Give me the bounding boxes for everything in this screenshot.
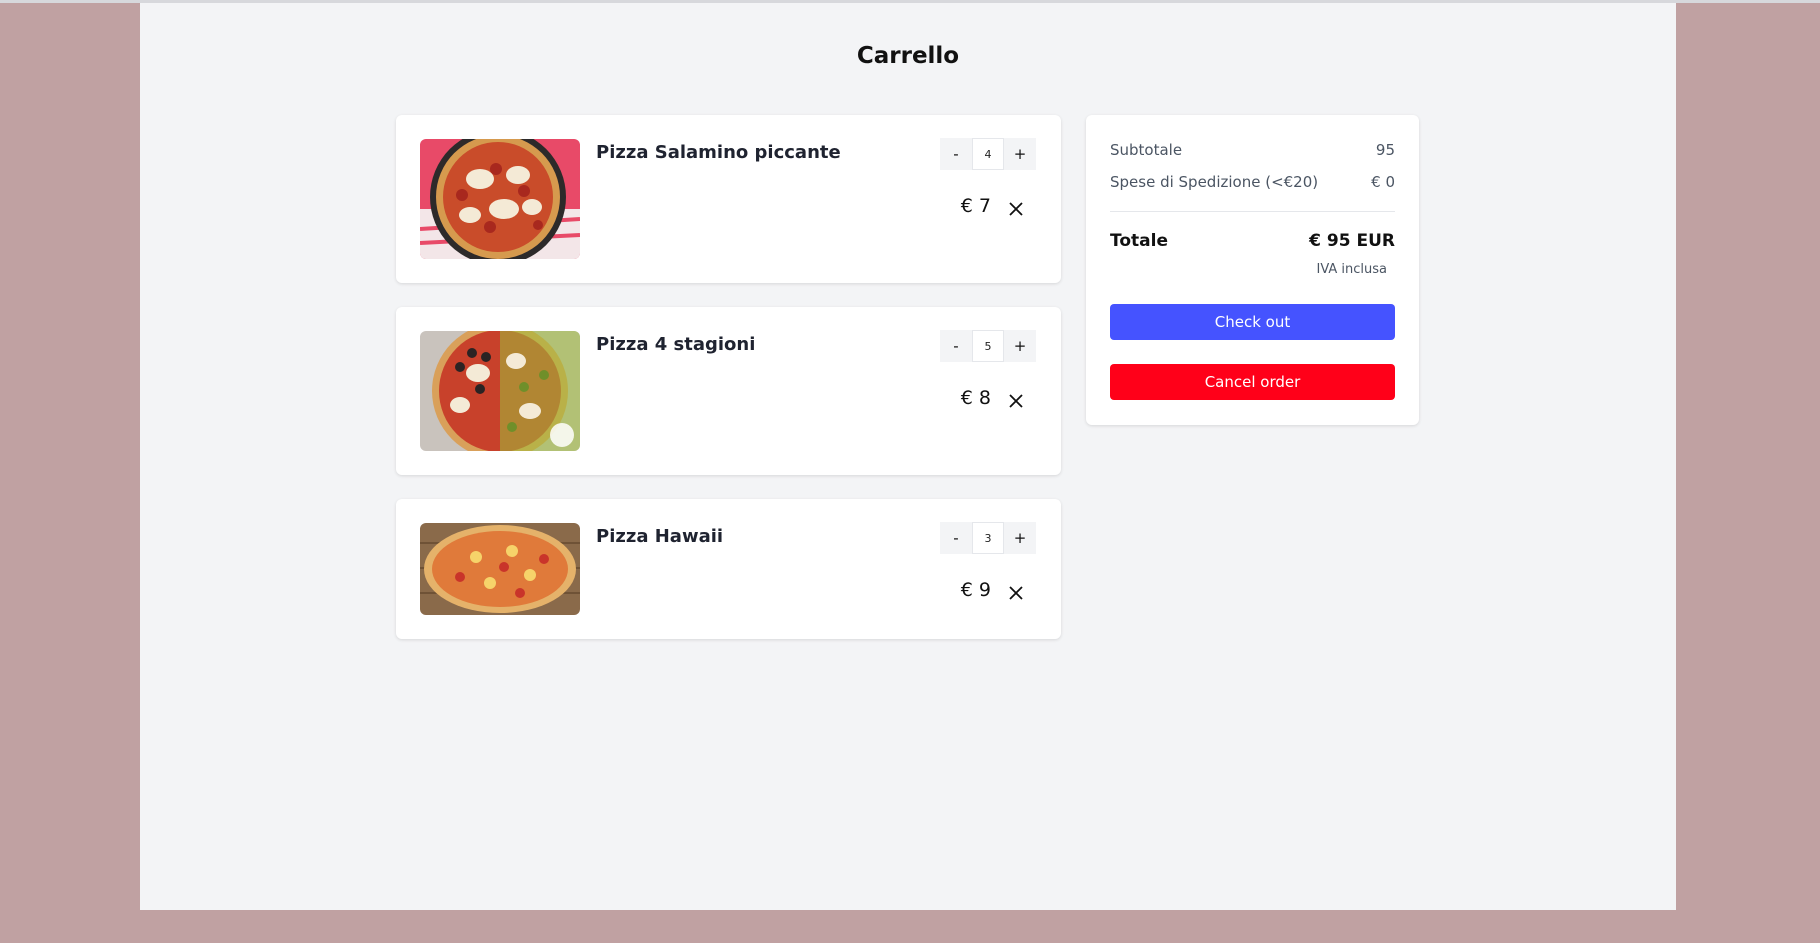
decrease-button[interactable]: - xyxy=(940,522,972,554)
vat-note: IVA inclusa xyxy=(1316,262,1387,277)
total-value: € 95 EUR xyxy=(1309,231,1395,251)
quantity-input[interactable] xyxy=(972,138,1004,170)
page-title: Carrello xyxy=(856,43,960,69)
checkout-button[interactable]: Check out xyxy=(1110,304,1395,340)
order-summary: Subtotale 95 Spese di Spedizione (<€20) … xyxy=(1086,115,1419,425)
remove-item-button[interactable] xyxy=(1006,583,1026,603)
cart-item: Pizza 4 stagioni - + € 8 xyxy=(396,307,1061,475)
quantity-stepper: - + xyxy=(940,330,1036,362)
cart-page: Carrello Pizza Salamino piccante - 4 + €… xyxy=(140,3,1676,910)
cancel-order-button[interactable]: Cancel order xyxy=(1110,364,1395,400)
shipping-value: € 0 xyxy=(1371,173,1395,191)
quantity-stepper: - + xyxy=(940,138,1036,170)
increase-button[interactable]: + xyxy=(1004,522,1036,554)
quantity-input[interactable] xyxy=(972,330,1004,362)
subtotal-row: Subtotale 95 xyxy=(1110,141,1395,159)
quantity-input[interactable] xyxy=(972,522,1004,554)
pizza-salamino-image xyxy=(420,139,580,259)
close-icon xyxy=(1009,394,1023,408)
total-row: Totale € 95 EUR xyxy=(1110,231,1395,251)
close-icon xyxy=(1009,202,1023,216)
item-name: Pizza Salamino piccante xyxy=(596,142,841,163)
cart-item: Pizza Salamino piccante - + € 7 xyxy=(396,115,1061,283)
subtotal-value: 95 xyxy=(1375,141,1395,159)
item-name: Pizza 4 stagioni xyxy=(596,334,756,355)
decrease-button[interactable]: - xyxy=(940,330,972,362)
increase-button[interactable]: + xyxy=(1004,330,1036,362)
subtotal-label: Subtotale xyxy=(1110,141,1183,159)
close-icon xyxy=(1009,586,1023,600)
decrease-button[interactable]: - xyxy=(940,138,972,170)
pizza-4-stagioni-image xyxy=(420,331,580,451)
item-price: € 8 xyxy=(960,387,991,409)
remove-item-button[interactable] xyxy=(1006,391,1026,411)
quantity-stepper: - + xyxy=(940,522,1036,554)
item-price: € 9 xyxy=(960,579,991,601)
summary-divider xyxy=(1110,211,1395,212)
remove-item-button[interactable] xyxy=(1006,199,1026,219)
total-label: Totale xyxy=(1110,231,1168,251)
increase-button[interactable]: + xyxy=(1004,138,1036,170)
cart-item: Pizza Hawaii - + € 9 xyxy=(396,499,1061,639)
shipping-row: Spese di Spedizione (<€20) € 0 xyxy=(1110,173,1395,191)
item-price: € 7 xyxy=(960,195,991,217)
shipping-label: Spese di Spedizione (<€20) xyxy=(1110,173,1319,191)
pizza-hawaii-image xyxy=(420,523,580,615)
item-name: Pizza Hawaii xyxy=(596,526,724,547)
